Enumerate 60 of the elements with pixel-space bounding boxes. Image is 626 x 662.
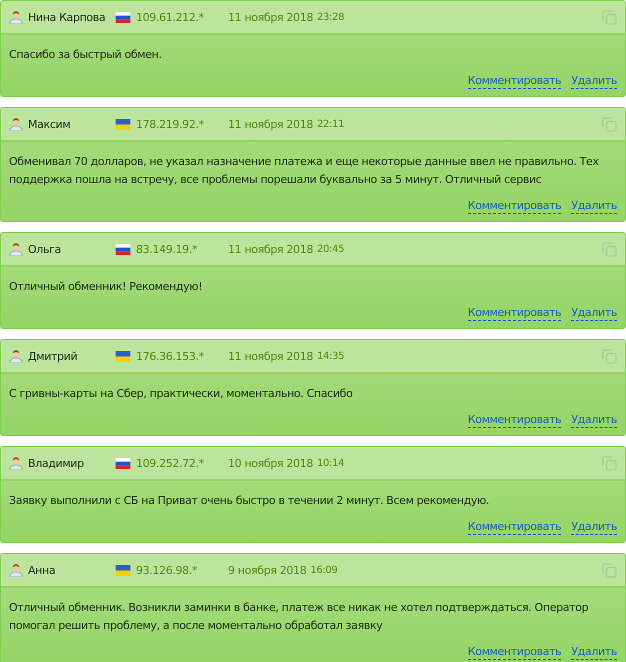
review-time: 10:14 xyxy=(317,458,344,468)
copy-icon[interactable] xyxy=(602,116,617,132)
copy-icon[interactable] xyxy=(602,562,617,578)
copy-icon[interactable] xyxy=(602,456,617,470)
comment-link[interactable]: Комментировать xyxy=(468,519,562,535)
ip-address: 109.61.212.* xyxy=(136,10,205,24)
review-time: 23:28 xyxy=(317,12,344,22)
delete-link[interactable]: Удалить xyxy=(571,73,617,89)
author-name: Владимир xyxy=(28,456,85,470)
author-name: Ольга xyxy=(28,242,62,256)
review-time: 16:09 xyxy=(310,564,338,576)
review-date: 11 ноября 2018 xyxy=(228,118,314,130)
copy-icon[interactable] xyxy=(602,242,617,256)
ip-address: 83.149.19.* xyxy=(136,242,198,256)
review-text: Обменивал 70 долларов, не указал назначение платежа и еще некоторые данные ввел не правильно. Тех поддержка пошла на встречу, все проблемы порешали буквально за 5 минут. Отличный сервис xyxy=(9,154,600,188)
review-text: Отличный обменник. Возникли заминки в банке, платеж все никак не хотел подтверждаться. Оператор помогал решить проблему, а после моментально обработал заявку xyxy=(9,600,590,634)
user-icon xyxy=(9,242,23,256)
comment-link[interactable]: Комментировать xyxy=(468,412,562,428)
ip-address: 109.252.72.* xyxy=(136,456,205,470)
author-name: Анна xyxy=(28,564,56,576)
review-date: 9 ноября 2018 xyxy=(228,564,306,576)
review-date: 11 ноября 2018 xyxy=(228,10,314,24)
delete-link[interactable]: Удалить xyxy=(571,198,617,214)
review-text: Отличный обменник! Рекомендую! xyxy=(9,279,204,295)
author-name: Нина Карпова xyxy=(28,10,106,24)
review-date: 11 ноября 2018 xyxy=(228,350,314,362)
flag-icon xyxy=(115,564,131,576)
copy-icon[interactable] xyxy=(602,10,617,24)
author-name: Дмитрий xyxy=(28,350,78,362)
review-date: 11 ноября 2018 xyxy=(228,242,314,256)
ip-address: 176.36.153.* xyxy=(136,350,205,362)
flag-icon xyxy=(115,118,131,130)
ip-address: 93.126.98.* xyxy=(136,564,198,576)
delete-link[interactable]: Удалить xyxy=(571,412,617,428)
delete-link[interactable]: Удалить xyxy=(571,519,617,535)
user-icon xyxy=(9,117,23,131)
review-date: 10 ноября 2018 xyxy=(228,456,314,470)
review-time: 22:11 xyxy=(317,118,344,130)
flag-icon xyxy=(115,458,131,468)
review-time: 14:35 xyxy=(317,350,344,362)
flag-icon xyxy=(115,244,131,254)
review-text: Заявку выполнили с СБ на Приват очень быстро в течении 2 минут. Всем рекомендую. xyxy=(9,493,490,509)
comment-link[interactable]: Комментировать xyxy=(468,198,562,214)
delete-link[interactable]: Удалить xyxy=(571,644,617,660)
review-text: С гривны-карты на Сбер, практически, моментально. Спасибо xyxy=(9,386,354,402)
comment-link[interactable]: Комментировать xyxy=(468,644,562,660)
review-time: 20:45 xyxy=(317,244,344,254)
comment-link[interactable]: Комментировать xyxy=(468,73,562,89)
review-text: Спасибо за быстрый обмен. xyxy=(9,47,163,63)
user-icon xyxy=(9,349,23,363)
author-name: Максим xyxy=(28,118,72,130)
comment-link[interactable]: Комментировать xyxy=(468,305,562,321)
user-icon xyxy=(9,456,23,470)
user-icon xyxy=(9,10,23,24)
flag-icon xyxy=(115,350,131,362)
copy-icon[interactable] xyxy=(602,348,617,364)
user-icon xyxy=(9,563,23,577)
flag-icon xyxy=(115,12,131,22)
ip-address: 178.219.92.* xyxy=(136,118,205,130)
delete-link[interactable]: Удалить xyxy=(571,305,617,321)
